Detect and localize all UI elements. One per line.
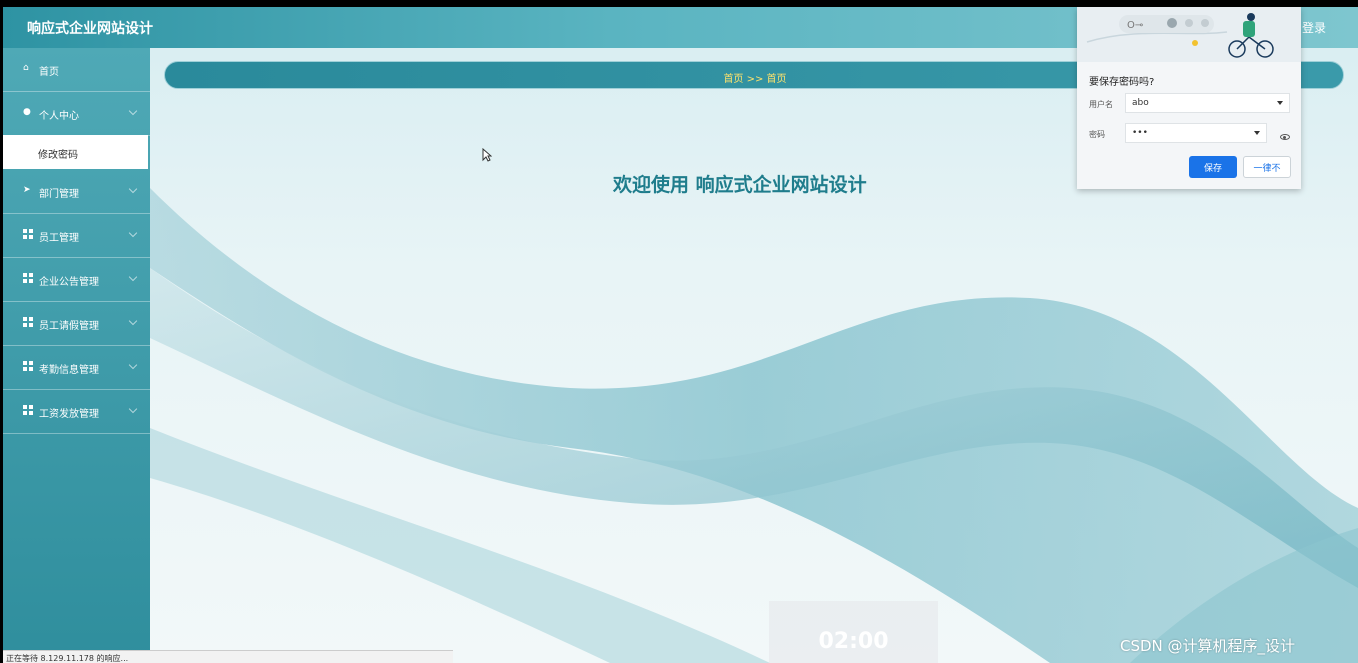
popup-illustration: O⊸ <box>1077 7 1301 62</box>
watermark: CSDN @计算机程序_设计 <box>1120 637 1296 655</box>
sidebar-item-attendance[interactable]: 考勤信息管理 <box>3 346 150 390</box>
password-label: 密码 <box>1089 130 1105 139</box>
sidebar-item-label: 个人中心 <box>39 111 79 122</box>
chevron-down-icon <box>128 360 138 370</box>
eye-icon[interactable] <box>1280 134 1290 140</box>
password-select[interactable]: ••• <box>1125 123 1267 143</box>
sidebar-item-label: 员工管理 <box>39 233 79 244</box>
chevron-down-icon <box>128 272 138 282</box>
username-select[interactable]: abo <box>1125 93 1290 113</box>
top-black-strip <box>0 0 1358 7</box>
sidebar-item-label: 企业公告管理 <box>39 277 99 288</box>
timer-text: 02:00 <box>818 629 889 654</box>
dropdown-arrow-icon <box>1254 131 1260 135</box>
chevron-down-icon <box>128 316 138 326</box>
password-value: ••• <box>1132 128 1148 138</box>
user-icon: ● <box>23 107 31 117</box>
grid-icon <box>23 229 33 239</box>
chevron-down-icon <box>128 106 138 116</box>
home-icon: ⌂ <box>23 63 29 73</box>
username-value: abo <box>1132 98 1149 108</box>
sidebar-item-label: 考勤信息管理 <box>39 365 99 376</box>
chevron-down-icon <box>128 228 138 238</box>
chevron-down-icon <box>128 404 138 414</box>
sidebar-item-salary[interactable]: 工资发放管理 <box>3 390 150 434</box>
grid-icon <box>23 361 33 371</box>
sidebar-item-label: 部门管理 <box>39 189 79 200</box>
welcome-heading: 欢迎使用 响应式企业网站设计 <box>613 174 867 196</box>
popup-title: 要保存密码吗? <box>1089 77 1155 88</box>
grid-icon <box>23 317 33 327</box>
dropdown-arrow-icon <box>1277 101 1283 105</box>
sidebar: ⌂ 首页 ● 个人中心 修改密码 ➤ 部门管理 员工管理 企业公告管理 员工请假… <box>3 48 150 663</box>
svg-text:O⊸: O⊸ <box>1127 20 1143 31</box>
chevron-down-icon <box>128 184 138 194</box>
never-save-button[interactable]: 一律不 <box>1243 156 1291 178</box>
site-title: 响应式企业网站设计 <box>27 21 153 37</box>
sidebar-item-announcement[interactable]: 企业公告管理 <box>3 258 150 302</box>
save-password-popup: O⊸ 要保存密码吗? 用户名 abo 密码 ••• 保存 一律不 <box>1077 7 1301 189</box>
sidebar-item-label: 工资发放管理 <box>39 409 99 420</box>
grid-icon <box>23 405 33 415</box>
sidebar-item-personal-center[interactable]: ● 个人中心 <box>3 92 150 136</box>
page: 响应式企业网站设计 退出登录 ⌂ 首页 ● 个人中心 修改密码 ➤ 部门管理 员… <box>3 7 1358 663</box>
mouse-cursor-icon <box>482 148 492 162</box>
sidebar-item-home[interactable]: ⌂ 首页 <box>3 48 150 92</box>
sidebar-item-label: 首页 <box>39 67 59 78</box>
sidebar-item-leave[interactable]: 员工请假管理 <box>3 302 150 346</box>
sidebar-item-department[interactable]: ➤ 部门管理 <box>3 170 150 214</box>
sidebar-item-label: 员工请假管理 <box>39 321 99 332</box>
sidebar-subitem-change-password[interactable]: 修改密码 <box>3 135 148 169</box>
username-label: 用户名 <box>1089 100 1113 109</box>
send-icon: ➤ <box>23 185 31 195</box>
grid-icon <box>23 273 33 283</box>
sidebar-item-employee[interactable]: 员工管理 <box>3 214 150 258</box>
save-password-button[interactable]: 保存 <box>1189 156 1237 178</box>
browser-status-bar: 正在等待 8.129.11.178 的响应... <box>3 650 453 663</box>
sidebar-subitem-label: 修改密码 <box>38 150 78 161</box>
timer-overlay: 02:00 <box>769 601 938 663</box>
